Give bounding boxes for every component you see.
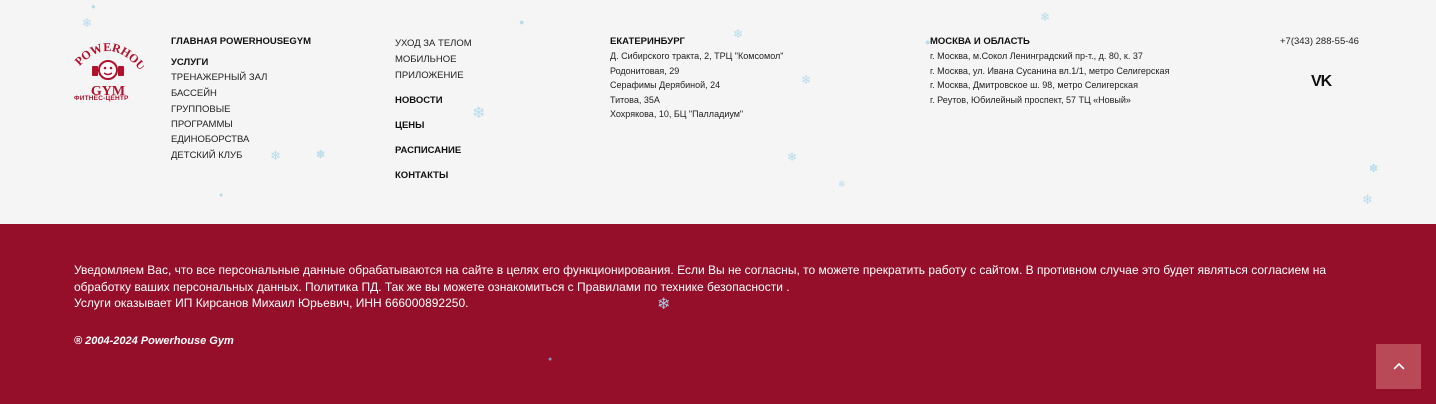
vk-icon[interactable]: VK	[1311, 73, 1332, 91]
footer-col-services: ГЛАВНАЯ POWERHOUSEGYM УСЛУГИ ТРЕНАЖЕРНЫЙ…	[171, 36, 351, 164]
menu-item-prices[interactable]: ЦЕНЫ	[395, 118, 535, 134]
privacy-notice: Уведомляем Вас, что все персональные дан…	[74, 262, 1374, 312]
snowflake-icon: ❄	[270, 148, 281, 163]
snowflake-icon: ❄	[801, 73, 812, 87]
address-item[interactable]: Титова, 35А	[610, 93, 870, 108]
footer-col-info: УХОД ЗА ТЕЛОМ МОБИЛЬНОЕ ПРИЛОЖЕНИЕ НОВОС…	[395, 36, 535, 184]
snowflake-icon: ❄	[733, 27, 744, 41]
powerhouse-logo-icon: POWERHOUSE GYM	[68, 27, 149, 99]
snowflake-icon: ●	[91, 2, 96, 11]
address-item[interactable]: г. Москва, Дмитровское ш. 98, метро Сели…	[930, 78, 1250, 93]
back-to-top-button[interactable]	[1376, 344, 1421, 389]
snowflake-icon: ❄	[472, 105, 486, 122]
address-item[interactable]: Серафимы Дерябиной, 24	[610, 78, 870, 93]
menu-item-body-care[interactable]: УХОД ЗА ТЕЛОМ	[395, 36, 535, 52]
snowflake-icon: ❄	[82, 16, 93, 30]
snowflake-icon: ❄	[838, 179, 846, 189]
snowflake-icon: ✽	[316, 149, 326, 161]
privacy-notice-text: Уведомляем Вас, что все персональные дан…	[74, 263, 1327, 294]
services-heading[interactable]: УСЛУГИ	[171, 57, 351, 68]
menu-item-programs[interactable]: ПРОГРАММЫ	[171, 117, 351, 132]
menu-item-contacts[interactable]: КОНТАКТЫ	[395, 168, 535, 184]
address-item[interactable]: г. Москва, м.Сокол Ленинградский пр-т., …	[930, 49, 1250, 64]
city-heading-moscow: МОСКВА И ОБЛАСТЬ	[930, 36, 1030, 47]
footer-bottom	[0, 224, 1436, 404]
address-item[interactable]: г. Москва, ул. Ивана Сусанина вл.1/1, ме…	[930, 64, 1250, 79]
snowflake-icon: ❄	[787, 150, 798, 164]
snowflake-icon: ❄	[1362, 192, 1373, 207]
chevron-up-icon	[1392, 362, 1405, 370]
menu-item-news[interactable]: НОВОСТИ	[395, 93, 535, 109]
menu-item-group[interactable]: ГРУППОВЫЕ	[171, 102, 351, 117]
snowflake-icon: ●	[219, 192, 224, 199]
menu-item-martial-arts[interactable]: ЕДИНОБОРСТВА	[171, 132, 351, 148]
snowflake-icon: ●	[925, 37, 931, 47]
address-item[interactable]: Хохрякова, 10, БЦ "Палладиум"	[610, 107, 870, 122]
menu-item-app[interactable]: ПРИЛОЖЕНИЕ	[395, 68, 535, 84]
menu-item-gym[interactable]: ТРЕНАЖЕРНЫЙ ЗАЛ	[171, 70, 351, 86]
snowflake-icon: ●	[548, 356, 553, 363]
snowflake-icon: ❄	[1040, 10, 1051, 24]
main-link[interactable]: ГЛАВНАЯ POWERHOUSEGYM	[171, 36, 351, 47]
address-item[interactable]: Родонитовая, 29	[610, 64, 870, 79]
provider-info-text: Услуги оказывает ИП Кирсанов Михаил Юрье…	[74, 296, 469, 310]
address-item[interactable]: г. Реутов, Юбилейный проспект, 57 ТЦ «Но…	[930, 93, 1250, 108]
menu-item-pool[interactable]: БАССЕЙН	[171, 86, 351, 102]
footer-col-contacts: +7(343) 288-55-46	[1280, 36, 1400, 47]
menu-item-mobile[interactable]: МОБИЛЬНОЕ	[395, 52, 535, 68]
address-item[interactable]: Д. Сибирского тракта, 2, ТРЦ "Комсомол"	[610, 49, 870, 64]
copyright: ® 2004-2024 Powerhouse Gym	[74, 335, 234, 347]
footer-col-ekaterinburg: ЕКАТЕРИНБУРГ Д. Сибирского тракта, 2, ТР…	[610, 36, 870, 122]
footer-col-moscow: МОСКВА И ОБЛАСТЬ г. Москва, м.Сокол Лени…	[930, 36, 1250, 107]
snowflake-icon: ●	[519, 17, 525, 27]
phone-link[interactable]: +7(343) 288-55-46	[1280, 36, 1400, 47]
snowflake-icon: ✽	[1369, 163, 1379, 175]
logo-subtitle: ФИТНЕС-ЦЕНТР	[74, 95, 129, 102]
menu-item-schedule[interactable]: РАСПИСАНИЕ	[395, 143, 535, 159]
